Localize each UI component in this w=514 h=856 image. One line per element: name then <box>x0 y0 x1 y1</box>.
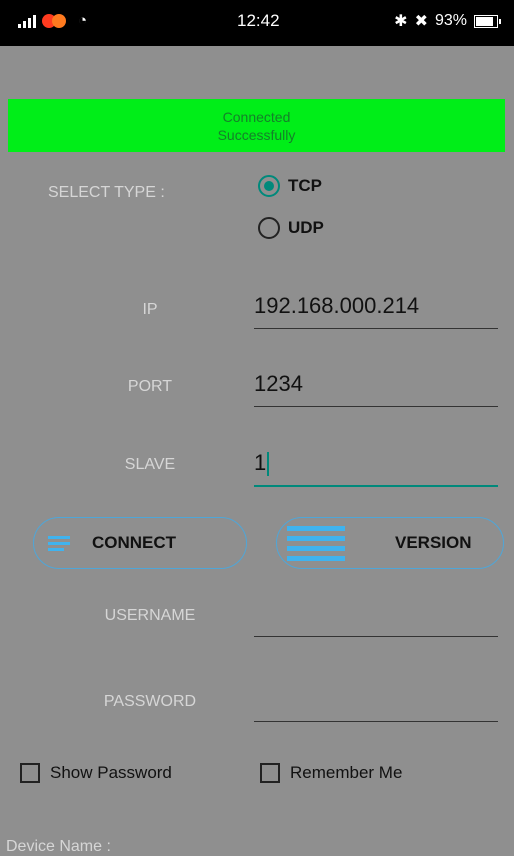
remember-me-checkbox[interactable]: Remember Me <box>260 763 402 783</box>
wifi-icon: ◔ <box>78 12 88 29</box>
ip-label: IP <box>142 301 158 318</box>
status-bar: ◔ 12:42 ✱ ✖ 93% <box>0 0 514 46</box>
username-field[interactable] <box>254 598 498 637</box>
show-password-label: Show Password <box>50 763 172 782</box>
password-field[interactable] <box>254 683 498 722</box>
checkbox-icon[interactable] <box>260 763 280 783</box>
port-field[interactable]: 1234 <box>254 368 498 407</box>
radio-udp-label: UDP <box>288 218 324 237</box>
slave-field[interactable]: 1 <box>254 447 498 487</box>
connect-button[interactable]: CONNECT <box>33 517 247 569</box>
version-button-label: VERSION <box>395 533 472 552</box>
bluetooth-icon: ✱ <box>394 13 408 30</box>
status-time: 12:42 <box>237 11 280 30</box>
username-label: USERNAME <box>104 607 196 624</box>
slave-label: SLAVE <box>124 456 176 473</box>
menu-lines-icon <box>287 525 345 561</box>
connection-status-banner: Connected Successfully <box>8 99 505 152</box>
version-button[interactable]: VERSION <box>276 517 504 569</box>
text-cursor <box>267 452 270 477</box>
device-name-label: Device Name : <box>6 838 111 855</box>
radio-tcp-label: TCP <box>288 176 322 195</box>
radio-unchecked-icon[interactable] <box>258 217 280 239</box>
show-password-checkbox[interactable]: Show Password <box>20 763 172 783</box>
radio-udp[interactable]: UDP <box>258 217 324 239</box>
select-type-label: SELECT TYPE : <box>48 184 165 201</box>
menu-lines-icon <box>48 535 70 551</box>
radio-checked-icon[interactable] <box>258 175 280 197</box>
ip-field[interactable]: 192.168.000.214 <box>254 290 498 329</box>
signal-icon: ◔ <box>18 12 88 29</box>
slave-value: 1 <box>254 450 267 475</box>
password-label: PASSWORD <box>103 693 197 710</box>
battery-icon <box>474 14 501 28</box>
battery-percent: 93% <box>434 12 467 29</box>
radio-tcp[interactable]: TCP <box>258 175 322 197</box>
banner-line-2: Successfully <box>217 126 296 143</box>
banner-line-1: Connected <box>222 108 291 125</box>
mute-icon: ✖ <box>414 13 428 30</box>
port-label: PORT <box>127 378 173 395</box>
connect-button-label: CONNECT <box>92 533 177 552</box>
checkbox-icon[interactable] <box>20 763 40 783</box>
remember-me-label: Remember Me <box>290 763 403 782</box>
